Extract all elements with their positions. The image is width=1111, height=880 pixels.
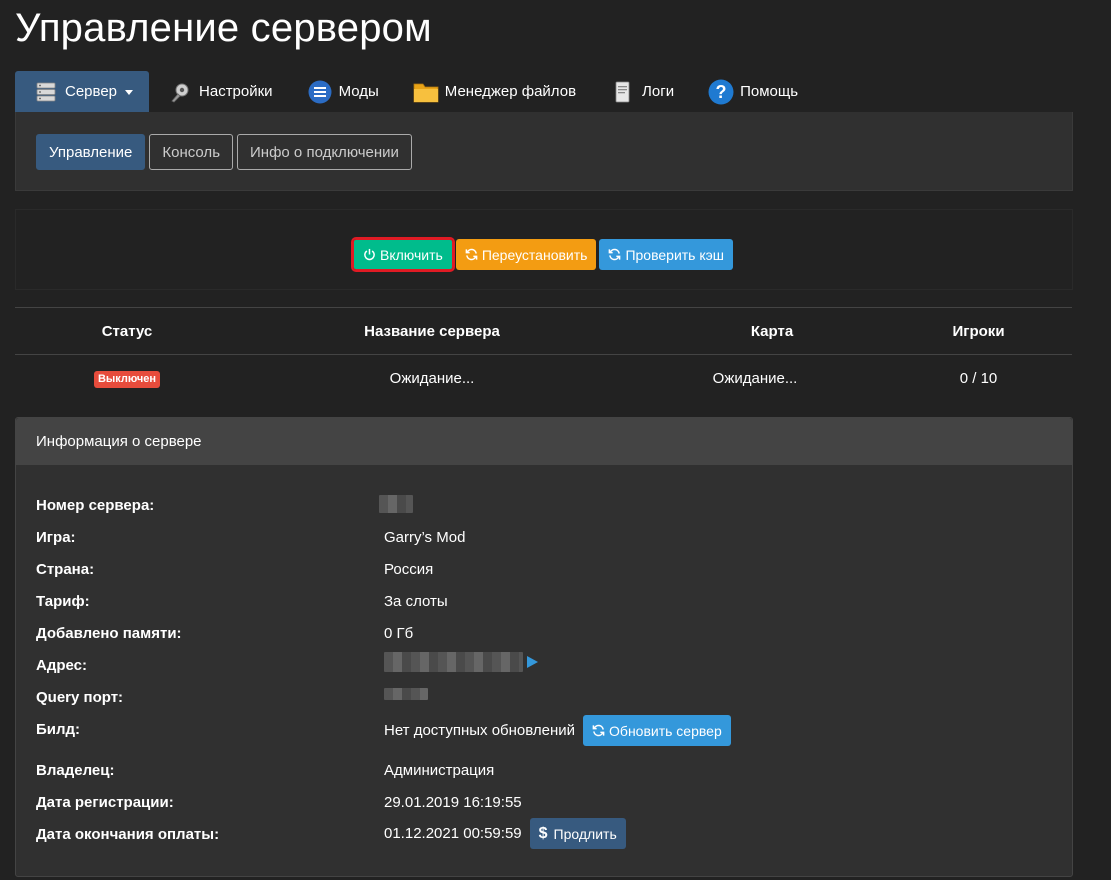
refresh-icon: [465, 248, 478, 261]
info-label: Номер сервера:: [36, 497, 155, 514]
nav-item-settings[interactable]: Настройки: [149, 71, 289, 112]
tab-console[interactable]: Консоль: [149, 134, 234, 170]
build-status-text: Нет доступных обновлений: [384, 722, 576, 739]
info-row-memory: Добавлено памяти: 0 Гб: [36, 621, 1056, 653]
info-row-country: Страна: Россия: [36, 557, 1056, 589]
reinstall-button[interactable]: Переустановить: [455, 239, 597, 270]
nav-item-logs[interactable]: Логи: [592, 71, 690, 112]
info-row-build: Билд: Нет доступных обновлений Обновить …: [36, 715, 1056, 758]
info-label: Страна:: [36, 561, 95, 578]
verify-cache-button-label: Проверить кэш: [625, 246, 725, 263]
dollar-icon: $: [538, 824, 548, 842]
card-title: Информация о сервере: [16, 418, 1072, 465]
refresh-icon: [609, 248, 621, 261]
page-title: Управление сервером: [15, 6, 432, 50]
info-row-game: Игра: Garry’s Mod: [36, 525, 1056, 557]
table-header-row: Статус Название сервера Карта Игроки: [15, 308, 1072, 355]
nav-label: Сервер: [65, 83, 118, 100]
play-arrow-icon[interactable]: [527, 656, 538, 668]
folder-icon: [413, 79, 439, 105]
chevron-down-icon: [125, 89, 134, 95]
nav-item-mods[interactable]: Моды: [289, 71, 395, 112]
nav-label: Логи: [642, 83, 675, 100]
reinstall-button-label: Переустановить: [481, 246, 588, 263]
tariff-value: За слоты: [384, 593, 448, 610]
column-header-status: Статус: [101, 322, 153, 340]
redacted-value: [384, 688, 428, 700]
start-button[interactable]: Включить: [351, 237, 455, 272]
nav-label: Настройки: [199, 83, 273, 100]
status-table: Статус Название сервера Карта Игроки Вык…: [15, 307, 1072, 401]
info-label: Дата окончания оплаты:: [36, 826, 220, 843]
owner-value: Администрация: [384, 762, 495, 779]
extend-button[interactable]: $ Продлить: [529, 818, 626, 849]
svg-text:?: ?: [716, 82, 727, 102]
players-cell: 0 / 10: [959, 369, 998, 387]
info-row-query-port: Query порт:: [36, 685, 1056, 717]
info-row-payment-end-date: Дата окончания оплаты: 01.12.2021 00:59:…: [36, 818, 1056, 854]
nav-label: Менеджер файлов: [444, 83, 577, 100]
map-cell: Ожидание...: [712, 369, 798, 387]
nav-label: Моды: [338, 83, 379, 100]
nav-item-file-manager[interactable]: Менеджер файлов: [395, 71, 592, 112]
registration-date-value: 29.01.2019 16:19:55: [384, 794, 522, 811]
mods-list-icon: [307, 79, 333, 105]
query-port-value: [384, 688, 428, 700]
country-value: Россия: [384, 561, 434, 578]
action-panel: Включить Переустановить Проверить кэш: [15, 209, 1073, 290]
power-icon: [364, 248, 375, 261]
info-label: Игра:: [36, 529, 76, 546]
info-label: Дата регистрации:: [36, 794, 174, 811]
start-button-label: Включить: [380, 246, 443, 263]
column-header-map: Карта: [750, 322, 794, 340]
memory-value: 0 Гб: [384, 625, 414, 642]
info-label: Добавлено памяти:: [36, 625, 182, 642]
status-cell: Выключен: [15, 369, 239, 388]
info-label: Билд:: [36, 721, 81, 738]
info-label: Адрес:: [36, 657, 87, 674]
info-row-server-number: Номер сервера:: [36, 493, 1056, 525]
nav-item-help[interactable]: ? Помощь: [690, 71, 814, 112]
info-label: Query порт:: [36, 689, 124, 706]
log-document-icon: [610, 79, 636, 105]
column-header-players: Игроки: [952, 322, 1005, 340]
main-nav: Сервер Настройки Моды Менеджер файлов Ло…: [15, 71, 814, 112]
settings-gear-icon: [167, 79, 193, 105]
status-badge: Выключен: [93, 370, 161, 388]
table-row: Выключен Ожидание... Ожидание... 0 / 10: [15, 355, 1072, 401]
info-row-owner: Владелец: Администрация: [36, 758, 1056, 790]
refresh-icon: [592, 724, 605, 737]
server-name-cell: Ожидание...: [389, 369, 475, 387]
info-row-address: Адрес:: [36, 652, 1056, 685]
payment-end-value: 01.12.2021 00:59:59 $ Продлить: [384, 818, 626, 849]
server-info-card: Информация о сервере Номер сервера: Игра…: [15, 417, 1073, 877]
redacted-value: [379, 495, 413, 513]
update-server-label: Обновить сервер: [609, 722, 722, 739]
help-question-icon: ?: [708, 79, 734, 105]
tab-management[interactable]: Управление: [36, 134, 146, 170]
game-value: Garry’s Mod: [384, 529, 466, 546]
build-value: Нет доступных обновлений Обновить сервер: [384, 715, 731, 746]
server-number-value: [379, 495, 413, 513]
payment-end-date-text: 01.12.2021 00:59:59: [384, 825, 522, 842]
sub-nav-panel: Управление Консоль Инфо о подключении: [15, 112, 1073, 191]
address-value: [384, 652, 538, 672]
info-label: Владелец:: [36, 762, 115, 779]
info-list: Номер сервера: Игра: Garry’s Mod Страна:…: [36, 493, 1056, 854]
nav-item-server[interactable]: Сервер: [15, 71, 150, 112]
verify-cache-button[interactable]: Проверить кэш: [599, 239, 734, 270]
sub-tabs: Управление Консоль Инфо о подключении: [36, 134, 412, 170]
extend-button-label: Продлить: [553, 825, 617, 842]
info-label: Тариф:: [36, 593, 90, 610]
tab-connection-info[interactable]: Инфо о подключении: [237, 134, 412, 170]
column-header-server-name: Название сервера: [364, 322, 500, 340]
update-server-button[interactable]: Обновить сервер: [583, 715, 731, 746]
nav-label: Помощь: [740, 83, 799, 100]
server-icon: [33, 79, 59, 105]
info-row-tariff: Тариф: За слоты: [36, 589, 1056, 621]
server-actions: Включить Переустановить Проверить кэш: [351, 237, 734, 272]
redacted-value: [384, 652, 523, 672]
